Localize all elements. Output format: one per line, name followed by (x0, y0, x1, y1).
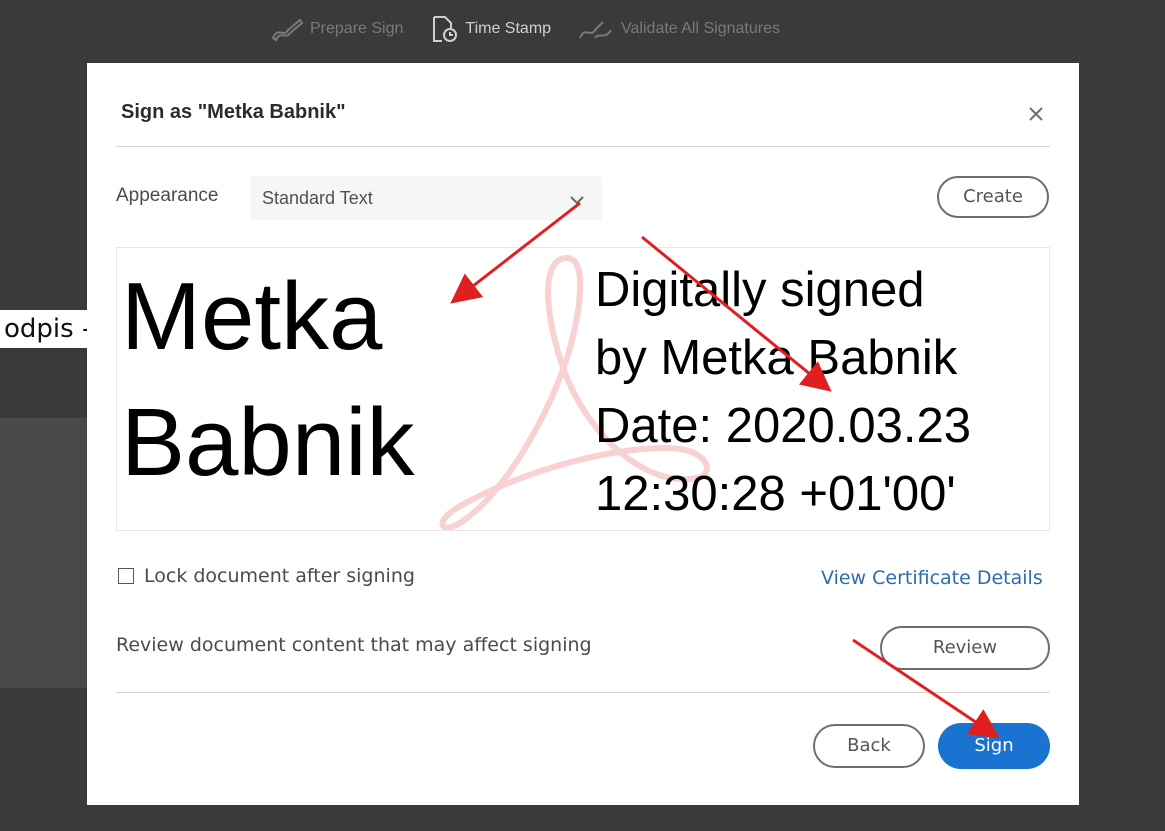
toolbar-validate-signatures-label: Validate All Signatures (621, 20, 780, 37)
close-icon (1025, 107, 1047, 129)
lock-document-checkbox[interactable] (118, 568, 134, 584)
signature-detail-line: by Metka Babnik (595, 331, 958, 385)
close-button[interactable] (1025, 103, 1047, 125)
signature-preview: Metka Babnik Digitally signed by Metka B… (116, 247, 1050, 531)
pen-icon (270, 16, 304, 42)
review-button[interactable]: Review (880, 626, 1050, 670)
appearance-label: Appearance (116, 185, 219, 206)
signature-name: Metka Babnik (121, 254, 541, 506)
review-description: Review document content that may affect … (116, 634, 592, 656)
signature-details: Digitally signed by Metka Babnik Date: 2… (595, 256, 1049, 528)
signature-name-line: Babnik (121, 389, 415, 496)
footer-divider (116, 692, 1050, 693)
appearance-dropdown[interactable]: Standard Text (250, 176, 602, 220)
signature-detail-line: 12:30:28 +01'00' (595, 467, 956, 521)
title-divider (116, 146, 1050, 147)
toolbar-prepare-sign[interactable]: Prepare Sign (270, 16, 403, 42)
signature-icon (577, 16, 615, 42)
background-panel (0, 418, 90, 688)
back-button[interactable]: Back (813, 724, 925, 768)
sign-button[interactable]: Sign (938, 723, 1050, 769)
signature-detail-line: Digitally signed (595, 263, 925, 317)
toolbar-prepare-sign-label: Prepare Sign (310, 20, 404, 37)
toolbar-validate-signatures[interactable]: Validate All Signatures (577, 16, 780, 42)
signature-toolbar: Prepare Sign Time Stamp Validate All Sig… (270, 14, 780, 44)
lock-document-label: Lock document after signing (144, 565, 415, 587)
chevron-down-icon (570, 192, 584, 210)
view-certificate-link[interactable]: View Certificate Details (821, 567, 1043, 589)
dialog-title: Sign as "Metka Babnik" (121, 101, 346, 123)
appearance-selected-value: Standard Text (262, 188, 373, 208)
create-button[interactable]: Create (937, 176, 1049, 218)
signature-detail-line: Date: 2020.03.23 (595, 399, 971, 453)
toolbar-time-stamp[interactable]: Time Stamp (429, 14, 551, 44)
toolbar-time-stamp-label: Time Stamp (465, 20, 552, 37)
signature-name-line: Metka (121, 263, 383, 370)
sign-dialog: Sign as "Metka Babnik" Appearance Standa… (87, 63, 1079, 805)
background-document-text: odpis - (0, 310, 98, 348)
lock-document-option[interactable]: Lock document after signing (118, 565, 415, 587)
document-clock-icon (429, 14, 459, 44)
